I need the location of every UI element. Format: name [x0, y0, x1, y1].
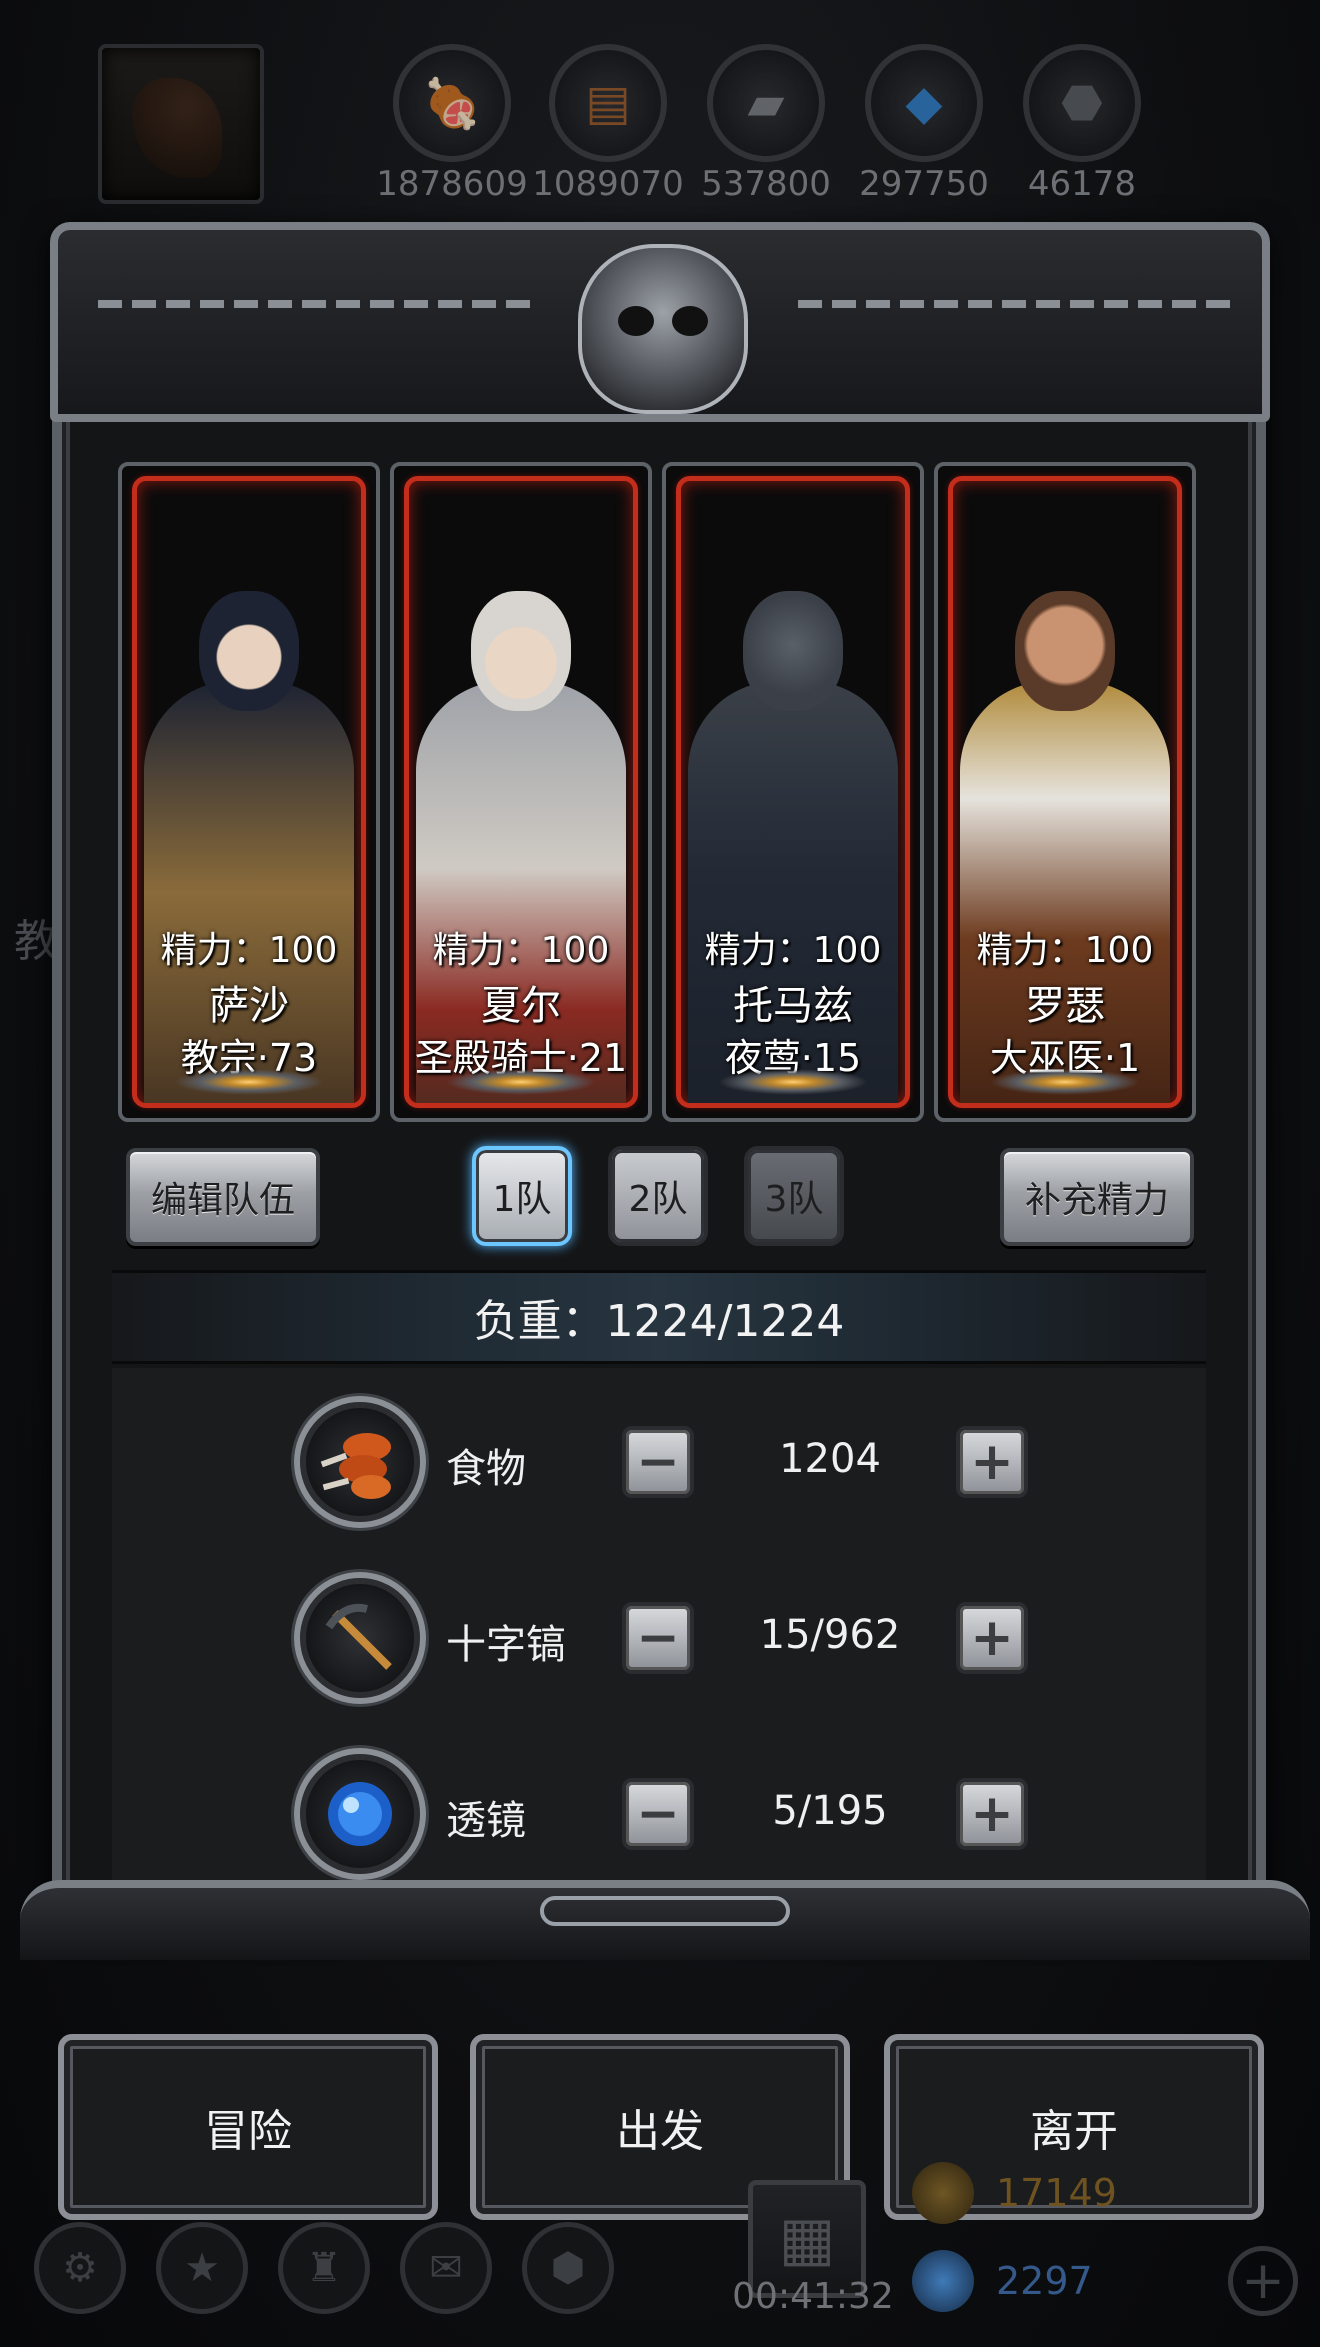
resource-iron-value: 537800 [701, 164, 831, 204]
chain-right [798, 300, 1238, 308]
minus-icon: − [636, 1784, 680, 1844]
dark-ore-icon: ⬣ [1023, 44, 1141, 162]
iron-ingot-icon: ▰ [707, 44, 825, 162]
resource-wood-value: 1089070 [532, 164, 684, 204]
lens-decrease-button[interactable]: − [622, 1778, 694, 1850]
pickaxe-increase-button[interactable]: + [956, 1602, 1028, 1674]
resource-meat-value: 1878609 [376, 164, 528, 204]
player-avatar[interactable] [98, 44, 264, 204]
hero-card-border: 精力：100 托马兹 夜莺·15 [676, 476, 910, 1108]
hero-card-border: 精力：100 罗瑟 大巫医·1 [948, 476, 1182, 1108]
hero-energy: 精力：100 [976, 930, 1154, 971]
team-2-tab[interactable]: 2队 [608, 1146, 708, 1246]
resource-dark-ore: ⬣ 46178 [1002, 44, 1162, 204]
lens-value: 5/195 [772, 1788, 888, 1834]
gold-counter: 17149 [912, 2158, 1117, 2228]
hero-name: 托马兹 [733, 983, 853, 1029]
frame-top-ornament [50, 222, 1270, 422]
lens-increase-button[interactable]: + [956, 1778, 1028, 1850]
edit-team-button[interactable]: 编辑队伍 [126, 1148, 320, 1246]
resource-dark-ore-value: 46178 [1027, 164, 1137, 204]
edit-team-label: 编辑队伍 [150, 1180, 295, 1221]
resource-crystal-value: 297750 [859, 164, 989, 204]
refill-energy-label: 补充精力 [1024, 1180, 1169, 1221]
food-value: 1204 [779, 1436, 881, 1482]
team-1-label: 1队 [492, 1179, 552, 1220]
meat-icon: 🍖 [393, 44, 511, 162]
scroll-ornament [540, 1896, 790, 1926]
minus-icon: − [636, 1608, 680, 1668]
star-icon[interactable]: ★ [156, 2222, 248, 2314]
food-increase-button[interactable]: + [956, 1426, 1028, 1498]
resource-iron: ▰ 537800 [686, 44, 846, 204]
adventure-label: 冒险 [204, 2106, 292, 2157]
plus-icon: + [970, 1784, 1014, 1844]
pickaxe-value: 15/962 [759, 1612, 901, 1658]
rank-emblem-icon [174, 1069, 324, 1095]
crystal-icon: ◆ [865, 44, 983, 162]
hero-card-4[interactable]: 精力：100 罗瑟 大巫医·1 [934, 462, 1196, 1122]
hero-name: 夏尔 [481, 983, 561, 1029]
hero-card-1[interactable]: 精力：100 萨沙 教宗·73 [118, 462, 380, 1122]
pickaxe-icon [294, 1572, 426, 1704]
leave-label: 离开 [1030, 2106, 1118, 2157]
carry-weight: 负重：1224/1224 [112, 1270, 1206, 1364]
team-3-tab[interactable]: 3队 [744, 1146, 844, 1246]
resource-wood: ▤ 1089070 [528, 44, 688, 204]
pickaxe-label: 十字镐 [446, 1622, 566, 1668]
tower-icon[interactable]: ♜ [278, 2222, 370, 2314]
hero-energy: 精力：100 [432, 930, 610, 971]
team-3-label: 3队 [764, 1179, 824, 1220]
wood-icon: ▤ [549, 44, 667, 162]
adventure-button[interactable]: 冒险 [58, 2034, 438, 2220]
gift-timer: 00:41:32 [732, 2276, 894, 2317]
gold-coin-icon [912, 2162, 974, 2224]
team-2-label: 2队 [628, 1179, 688, 1220]
gold-amount: 17149 [996, 2171, 1117, 2215]
rank-emblem-icon [990, 1069, 1140, 1095]
frame-bottom-ornament [20, 1880, 1310, 1960]
hero-name: 萨沙 [209, 983, 289, 1029]
food-label: 食物 [446, 1446, 526, 1492]
hero-card-3[interactable]: 精力：100 托马兹 夜莺·15 [662, 462, 924, 1122]
refill-energy-button[interactable]: 补充精力 [1000, 1148, 1194, 1246]
resource-meat: 🍖 1878609 [372, 44, 532, 204]
gem-amount: 2297 [996, 2259, 1093, 2303]
hero-energy: 精力：100 [160, 930, 338, 971]
hero-card-border: 精力：100 萨沙 教宗·73 [132, 476, 366, 1108]
pickaxe-decrease-button[interactable]: − [622, 1602, 694, 1674]
rank-emblem-icon [446, 1069, 596, 1095]
minus-icon: − [636, 1432, 680, 1492]
food-decrease-button[interactable]: − [622, 1426, 694, 1498]
skull-ornament-icon [578, 244, 748, 414]
crate-icon[interactable]: ⬢ [522, 2222, 614, 2314]
mail-icon[interactable]: ✉ [400, 2222, 492, 2314]
hero-energy: 精力：100 [704, 930, 882, 971]
settings-icon[interactable]: ⚙ [34, 2222, 126, 2314]
team-1-tab[interactable]: 1队 [472, 1146, 572, 1246]
plus-icon: + [970, 1608, 1014, 1668]
hero-card-border: 精力：100 夏尔 圣殿骑士·21 [404, 476, 638, 1108]
rank-emblem-icon [718, 1069, 868, 1095]
plus-icon: + [970, 1432, 1014, 1492]
resource-crystal: ◆ 297750 [844, 44, 1004, 204]
hero-name: 罗瑟 [1025, 983, 1105, 1029]
hero-card-2[interactable]: 精力：100 夏尔 圣殿骑士·21 [390, 462, 652, 1122]
lens-icon [294, 1748, 426, 1880]
gem-icon [912, 2250, 974, 2312]
meat-icon [294, 1396, 426, 1528]
add-currency-button[interactable]: + [1228, 2246, 1298, 2316]
avatar-glyph [132, 78, 222, 178]
gem-counter: 2297 [912, 2246, 1093, 2316]
depart-label: 出发 [616, 2106, 704, 2157]
chain-left [98, 300, 538, 308]
lens-label: 透镜 [446, 1798, 526, 1844]
